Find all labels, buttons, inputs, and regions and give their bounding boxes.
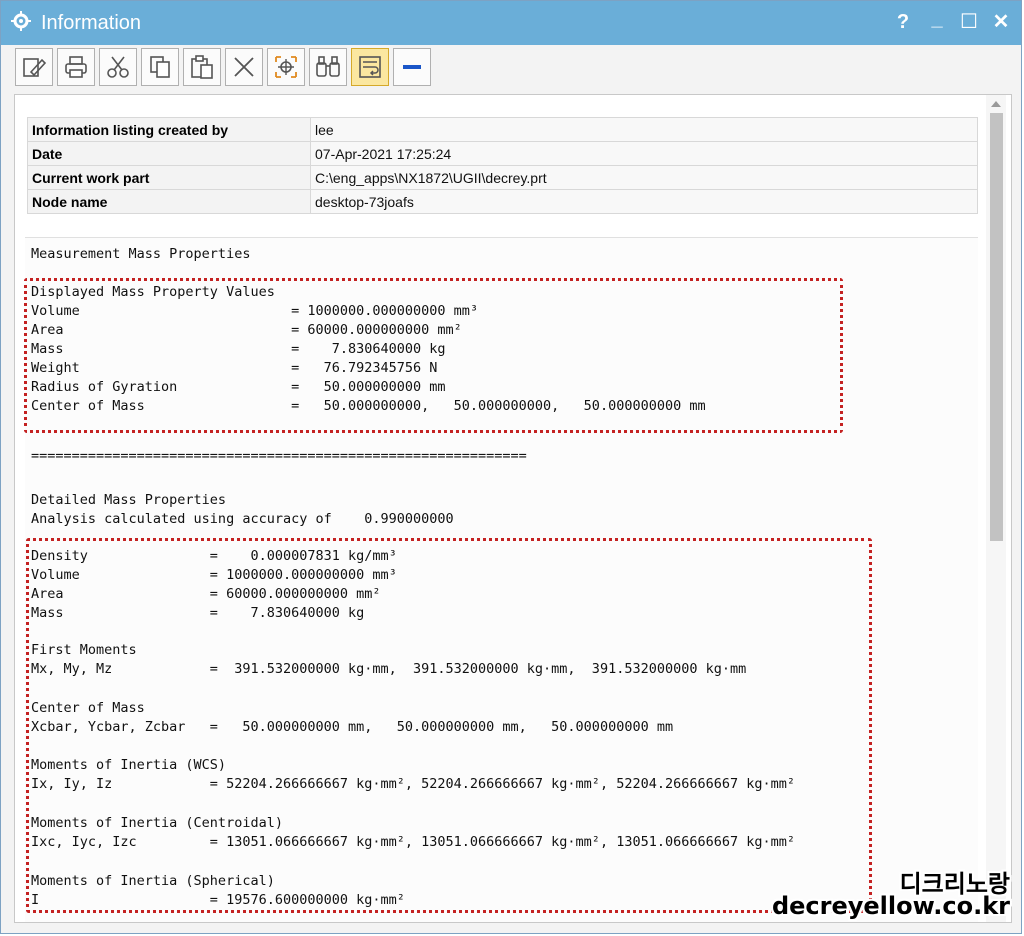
cut-button[interactable] (99, 48, 137, 86)
scissors-icon (107, 56, 129, 78)
listing-line: Measurement Mass Properties (31, 246, 251, 262)
header-label: Date (27, 141, 311, 166)
information-window: Information ? _ ☐ ✕ Information listing … (0, 0, 1022, 934)
edit-button[interactable] (15, 48, 53, 86)
mass-properties-listing: Measurement Mass Properties Displayed Ma… (24, 237, 978, 922)
vertical-scrollbar[interactable] (986, 95, 1006, 922)
table-row: Current work part C:\eng_apps\NX1872\UGII… (27, 165, 978, 190)
close-button[interactable]: ✕ (987, 7, 1015, 37)
header-value: desktop-73joafs (310, 189, 978, 214)
minus-icon (403, 65, 421, 69)
delete-icon (234, 57, 254, 77)
minimize-button[interactable]: _ (923, 7, 951, 37)
header-label: Node name (27, 189, 311, 214)
find-button[interactable] (309, 48, 347, 86)
listing-line: Detailed Mass Properties (31, 492, 227, 508)
header-value: C:\eng_apps\NX1872\UGII\decrey.prt (310, 165, 978, 190)
table-row: Date 07-Apr-2021 17:25:24 (27, 141, 978, 166)
header-value: lee (310, 117, 978, 142)
word-wrap-button[interactable] (351, 48, 389, 86)
scrollbar-thumb[interactable] (990, 113, 1003, 541)
print-button[interactable] (57, 48, 95, 86)
find-center-button[interactable] (267, 48, 305, 86)
header-value: 07-Apr-2021 17:25:24 (310, 141, 978, 166)
highlight-box-displayed (24, 278, 843, 433)
gear-icon (11, 11, 31, 31)
watermark-site: decreyellow.co.kr (771, 892, 1010, 920)
table-row: Information listing created by lee (27, 117, 978, 142)
title-bar[interactable]: Information ? _ ☐ ✕ (1, 1, 1021, 45)
help-button[interactable]: ? (889, 7, 917, 37)
paste-button[interactable] (183, 48, 221, 86)
copy-icon (150, 56, 170, 78)
edit-icon (23, 58, 47, 77)
listing-line: Analysis calculated using accuracy of 0.… (31, 511, 454, 527)
maximize-button[interactable]: ☐ (955, 7, 983, 37)
header-label: Current work part (27, 165, 311, 190)
wrap-text-icon (359, 56, 381, 78)
listing-header-table: Information listing created by lee Date 07… (27, 117, 978, 214)
crosshair-icon (275, 56, 297, 78)
collapse-button[interactable] (393, 48, 431, 86)
delete-button[interactable] (225, 48, 263, 86)
scroll-up-arrow-icon[interactable] (991, 101, 1001, 107)
printer-icon (65, 56, 87, 78)
window-title: Information (41, 12, 142, 34)
clipboard-icon (191, 55, 213, 79)
separator-line: ========================================… (31, 448, 527, 464)
highlight-box-detailed (26, 538, 872, 913)
header-label: Information listing created by (27, 117, 311, 142)
binoculars-icon (316, 56, 340, 77)
information-content[interactable]: Information listing created by lee Date 07… (14, 94, 1012, 923)
table-row: Node name desktop-73joafs (27, 189, 978, 214)
copy-button[interactable] (141, 48, 179, 86)
